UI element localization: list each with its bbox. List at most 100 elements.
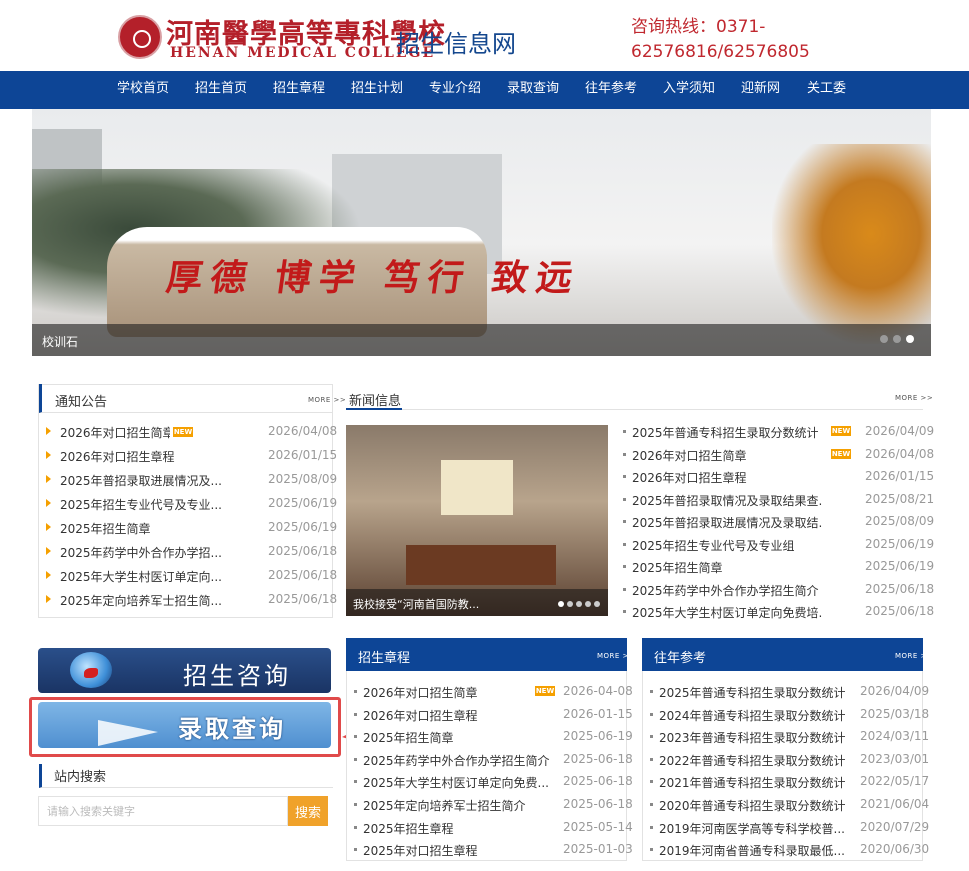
list-item-date: 2025-06-18 [563, 752, 633, 766]
admission-consult-label: 招生咨询 [183, 662, 291, 690]
search-input[interactable] [38, 796, 288, 826]
list-item[interactable]: 2025年大学生村医订单定向免费... [363, 774, 558, 791]
banner-slider[interactable]: 厚德 博学 笃行 致远 校训石 [32, 109, 931, 356]
list-item-date: 2022/05/17 [860, 774, 930, 788]
bullet-icon [354, 758, 357, 761]
list-item[interactable]: 2025年招生简章 [632, 559, 822, 576]
list-item-date: 2023/03/01 [860, 752, 930, 766]
list-item[interactable]: 2019年河南省普通专科录取最低... [659, 842, 854, 859]
bullet-icon [623, 430, 626, 433]
list-item-date: 2026/04/09 [865, 424, 935, 438]
list-item[interactable]: 2026年对口招生简章 [363, 684, 528, 701]
list-item[interactable]: 2026年对口招生章程 [363, 707, 553, 724]
bullet-icon [650, 735, 653, 738]
list-item[interactable]: 2022年普通专科招生录取分数统计 [659, 752, 854, 769]
charter-more-link[interactable]: MORE >> [597, 652, 635, 660]
nav-item-welcome[interactable]: 迎新网 [741, 71, 780, 109]
photo-dot-active[interactable] [558, 601, 564, 607]
list-item[interactable]: 2025年普招录取进展情况及录取结... [632, 514, 822, 531]
list-item-date: 2025/08/09 [865, 514, 935, 528]
divider [346, 409, 923, 410]
nav-item-guangongwei[interactable]: 关工委 [807, 71, 846, 109]
news-photo-slider[interactable]: 我校接受“河南首国防教... [346, 425, 608, 616]
nav-item-enrollment-notice[interactable]: 入学须知 [663, 71, 715, 109]
bullet-icon [354, 826, 357, 829]
nav-item-past-reference[interactable]: 往年参考 [585, 71, 637, 109]
banner-dot[interactable] [880, 335, 888, 343]
list-item[interactable]: 2025年招生简章 [363, 729, 553, 746]
nav-item-admission-query[interactable]: 录取查询 [507, 71, 559, 109]
bullet-icon [623, 453, 626, 456]
list-item[interactable]: 2021年普通专科招生录取分数统计 [659, 774, 854, 791]
photo-dot[interactable] [585, 601, 591, 607]
list-item-date: 2020/06/30 [860, 842, 930, 856]
bullet-icon [46, 427, 51, 435]
list-item[interactable]: 2025年招生章程 [363, 820, 558, 837]
search-button[interactable]: 搜索 [288, 796, 328, 826]
list-item-date: 2025/08/21 [865, 492, 935, 506]
news-photo-caption[interactable]: 我校接受“河南首国防教... [353, 596, 479, 612]
list-item[interactable]: 2025年大学生村医订单定向免费培... [632, 604, 822, 621]
admission-consult-button[interactable]: 招生咨询 [38, 648, 331, 693]
list-item[interactable]: 2025年大学生村医订单定向... [60, 568, 250, 585]
news-more-link[interactable]: MORE >> [895, 394, 933, 402]
list-item[interactable]: 2025年药学中外合作办学招生简介 [632, 582, 822, 599]
new-badge-icon: NEW [831, 426, 851, 436]
site-header: 河南醫學高等專科學校 HENAN MEDICAL COLLEGE 招生信息网 咨… [0, 0, 969, 71]
news-title-underline [346, 408, 402, 410]
list-item[interactable]: 2019年河南医学高等专科学校普... [659, 820, 854, 837]
list-item[interactable]: 2023年普通专科招生录取分数统计 [659, 729, 854, 746]
fish-icon [84, 668, 98, 678]
photo-dot[interactable] [594, 601, 600, 607]
notice-more-link[interactable]: MORE >> [308, 396, 346, 404]
list-item[interactable]: 2025年普通专科招生录取分数统计 [659, 684, 854, 701]
banner-dot-active[interactable] [906, 335, 914, 343]
list-item[interactable]: 2026年对口招生简章 [632, 447, 822, 464]
reference-header: 往年参考 MORE >> [642, 638, 933, 671]
list-item[interactable]: 2020年普通专科招生录取分数统计 [659, 797, 854, 814]
list-item[interactable]: 2025年药学中外合作办学招... [60, 544, 250, 561]
bullet-icon [354, 735, 357, 738]
list-item[interactable]: 2026年对口招生章程 [60, 448, 250, 465]
list-item[interactable]: 2025年招生简章 [60, 520, 250, 537]
reference-title: 往年参考 [654, 651, 707, 666]
list-item[interactable]: 2025年普招录取情况及录取结果查... [632, 492, 822, 509]
list-item[interactable]: 2025年招生专业代号及专业... [60, 496, 250, 513]
new-badge-icon: NEW [831, 449, 851, 459]
bullet-icon [623, 475, 626, 478]
list-item[interactable]: 2026年对口招生章程 [632, 469, 822, 486]
banner-dot[interactable] [893, 335, 901, 343]
list-item[interactable]: 2025年定向培养军士招生简... [60, 592, 250, 609]
list-item-date: 2025/06/18 [865, 604, 935, 618]
list-item[interactable]: 2026年对口招生简章 [60, 424, 170, 441]
list-item[interactable]: 2024年普通专科招生录取分数统计 [659, 707, 854, 724]
photo-dot[interactable] [567, 601, 573, 607]
bullet-icon [623, 543, 626, 546]
reference-more-link[interactable]: MORE >> [895, 652, 933, 660]
list-item[interactable]: 2025年普通专科招生录取分数统计 [632, 424, 822, 441]
nav-item-admission-home[interactable]: 招生首页 [195, 71, 247, 109]
list-item[interactable]: 2025年对口招生章程 [363, 842, 558, 859]
bullet-icon [46, 547, 51, 555]
new-badge-icon: NEW [535, 686, 555, 696]
nav-item-plan[interactable]: 招生计划 [351, 71, 403, 109]
bullet-icon [354, 713, 357, 716]
list-item-date: 2024/03/11 [860, 729, 930, 743]
list-item[interactable]: 2025年招生专业代号及专业组 [632, 537, 822, 554]
bullet-icon [623, 565, 626, 568]
banner-caption[interactable]: 校训石 [42, 333, 78, 350]
new-badge-icon: NEW [173, 427, 193, 437]
nav-item-charter[interactable]: 招生章程 [273, 71, 325, 109]
nav-item-school-home[interactable]: 学校首页 [117, 71, 169, 109]
bullet-icon [46, 475, 51, 483]
photo-dot[interactable] [576, 601, 582, 607]
school-seal-logo[interactable] [118, 15, 162, 59]
list-item-date: 2025/06/19 [865, 559, 935, 573]
list-item[interactable]: 2025年普招录取进展情况及... [60, 472, 250, 489]
list-item[interactable]: 2025年定向培养军士招生简介 [363, 797, 558, 814]
highlight-box [29, 697, 341, 757]
list-item[interactable]: 2025年药学中外合作办学招生简介 [363, 752, 558, 769]
bullet-icon [354, 780, 357, 783]
charter-header: 招生章程 MORE >> [346, 638, 635, 671]
nav-item-majors[interactable]: 专业介绍 [429, 71, 481, 109]
